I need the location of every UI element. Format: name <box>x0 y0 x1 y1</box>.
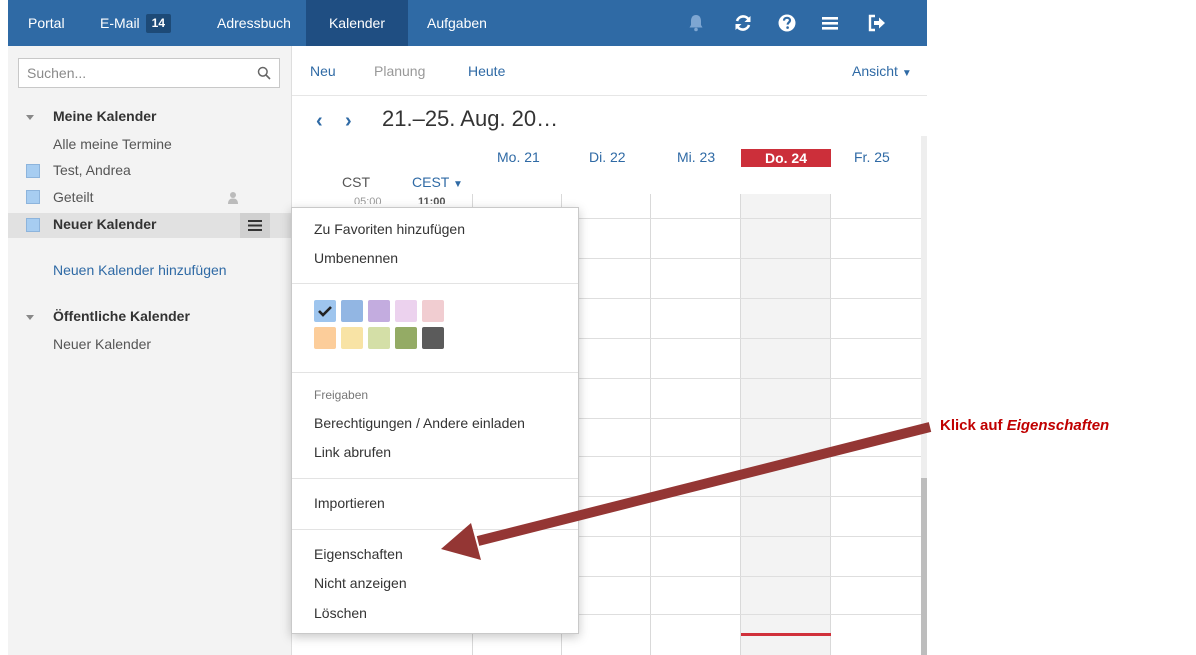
annotation-arrow-shaft <box>476 422 932 546</box>
annotation-prefix: Klick auf <box>940 417 1007 434</box>
annotation-text: Klick auf Eigenschaften <box>940 417 1109 434</box>
annotation-emphasis: Eigenschaften <box>1006 417 1110 434</box>
annotation-arrow-head <box>441 523 481 560</box>
annotation-arrow <box>441 422 932 560</box>
